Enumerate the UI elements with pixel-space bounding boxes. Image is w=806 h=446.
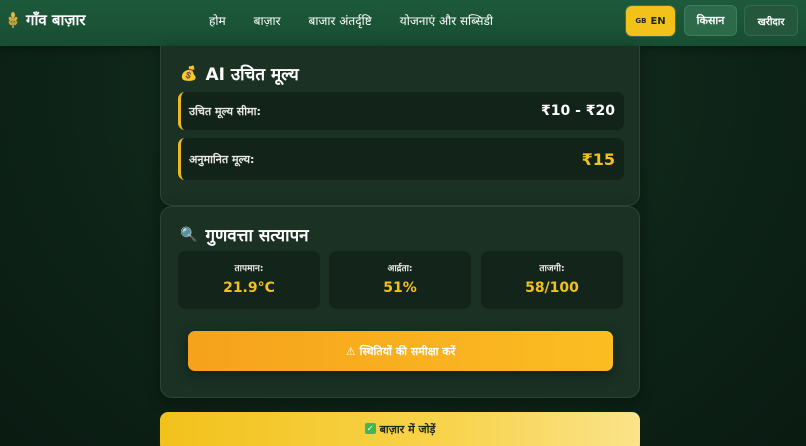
freshness-value: 58/100: [525, 280, 579, 296]
brand-name: गाँव बाज़ार: [26, 11, 86, 29]
main-nav: होम बाज़ार बाजार अंतर्दृष्टि योजनाएं और …: [209, 12, 493, 29]
warning-icon: ⚠: [345, 344, 356, 358]
money-bag-icon: 💰: [180, 65, 198, 82]
freshness-label: ताजगी:: [539, 264, 565, 274]
temperature-value: 21.9°C: [223, 280, 275, 296]
nav-schemes[interactable]: योजनाएं और सब्सिडी: [400, 12, 493, 29]
quality-title: 🔍 गुणवत्ता सत्यापन: [180, 223, 309, 246]
nav-market[interactable]: बाज़ार: [254, 12, 281, 29]
language-button[interactable]: GB EN: [626, 6, 675, 36]
price-range-label: उचित मूल्य सीमा:: [189, 104, 261, 118]
quality-verification-card: 🔍 गुणवत्ता सत्यापन तापमान: 21.9°C आर्द्र…: [160, 206, 640, 398]
humidity-label: आर्द्रता:: [387, 264, 413, 274]
estimated-price-value: ₹15: [581, 149, 615, 169]
buyer-button[interactable]: खरीदार: [744, 5, 798, 36]
review-conditions-label: स्थितियों की समीक्षा करें: [359, 344, 456, 358]
nav-home[interactable]: होम: [209, 12, 226, 29]
add-to-market-button[interactable]: ✓ बाज़ार में जोड़ें: [160, 412, 640, 446]
nav-market-insights[interactable]: बाजार अंतर्दृष्टि: [309, 12, 372, 29]
humidity-value: 51%: [383, 280, 417, 296]
wheat-icon: [6, 11, 20, 29]
brand[interactable]: गाँव बाज़ार: [6, 10, 86, 30]
review-conditions-button[interactable]: ⚠ स्थितियों की समीक्षा करें: [188, 331, 613, 371]
quality-heading: गुणवत्ता सत्यापन: [205, 226, 309, 246]
temperature-label: तापमान:: [234, 264, 264, 274]
fair-price-range-row: उचित मूल्य सीमा: ₹10 - ₹20: [178, 92, 624, 130]
estimated-price-row: अनुमानित मूल्य: ₹15: [178, 138, 624, 180]
humidity-metric: आर्द्रता: 51%: [329, 251, 471, 309]
farmer-button[interactable]: किसान: [684, 5, 737, 36]
estimated-price-label: अनुमानित मूल्य:: [189, 152, 255, 166]
temperature-metric: तापमान: 21.9°C: [178, 251, 320, 309]
fair-price-title: 💰 AI उचित मूल्य: [180, 62, 299, 85]
freshness-metric: ताजगी: 58/100: [481, 251, 623, 309]
language-label: EN: [650, 15, 666, 27]
check-icon: ✓: [364, 423, 376, 434]
price-range-value: ₹10 - ₹20: [540, 103, 615, 119]
fair-price-card: 💰 AI उचित मूल्य उचित मूल्य सीमा: ₹10 - ₹…: [160, 46, 640, 206]
fair-price-heading: AI उचित मूल्य: [205, 65, 299, 85]
top-navbar: गाँव बाज़ार होम बाज़ार बाजार अंतर्दृष्टि…: [0, 0, 806, 46]
magnifier-icon: 🔍: [180, 226, 198, 243]
flag-icon: GB: [635, 17, 647, 25]
add-to-market-label: बाज़ार में जोड़ें: [379, 423, 436, 436]
